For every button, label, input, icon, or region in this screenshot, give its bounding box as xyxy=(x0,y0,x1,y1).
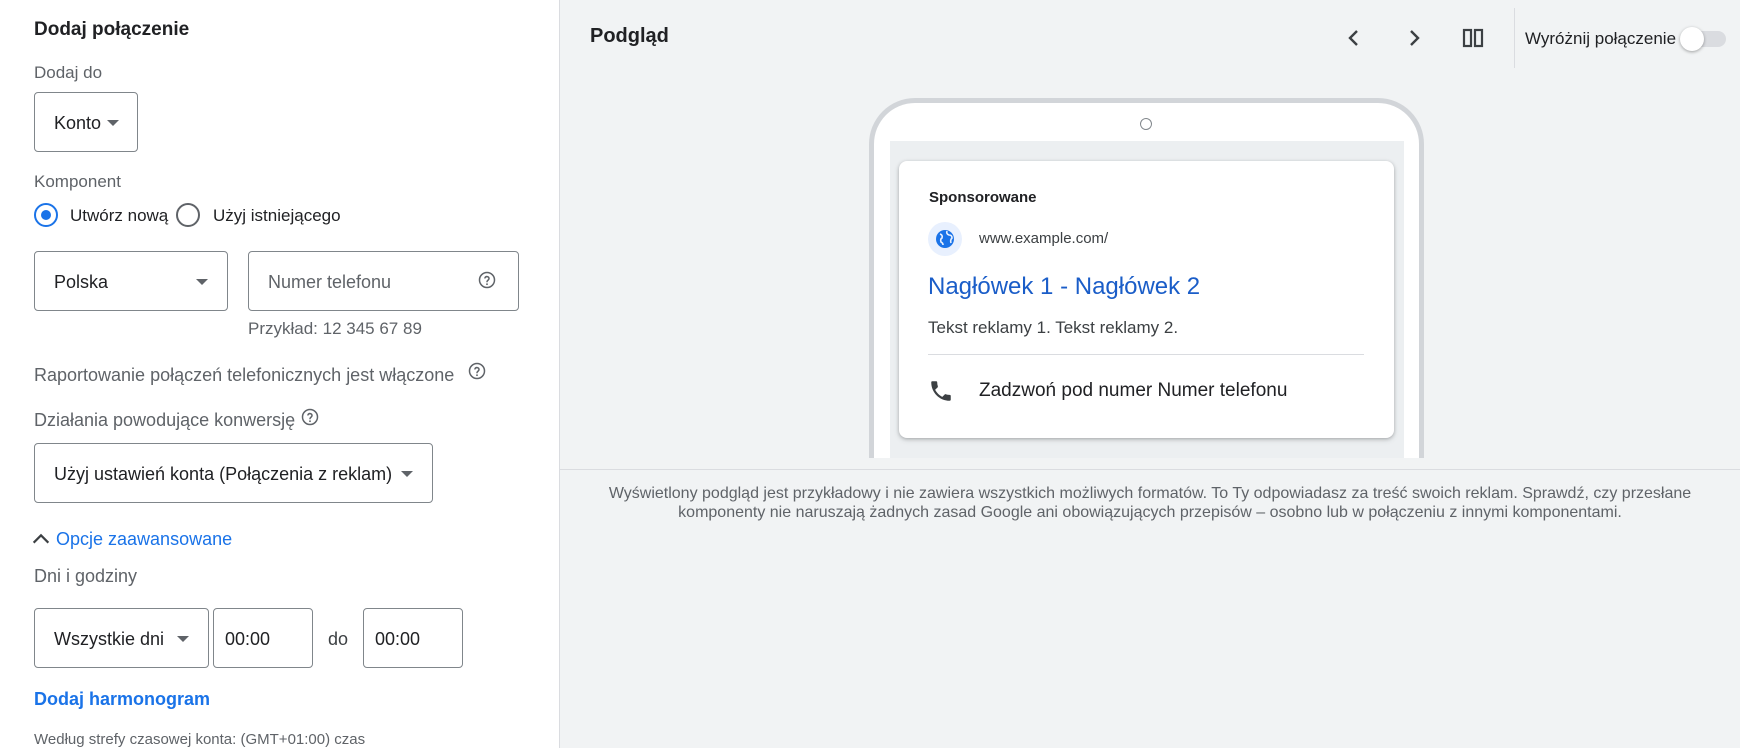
settings-panel: Dodaj połączenie Dodaj do Konto Komponen… xyxy=(0,0,560,748)
ad-divider xyxy=(928,354,1364,355)
radio-create-new-label: Utwórz nową xyxy=(70,206,169,225)
time-from-input[interactable]: 00:00 xyxy=(213,608,313,668)
chevron-left-icon[interactable] xyxy=(1342,26,1366,50)
preview-disclaimer: Wyświetlony podgląd jest przykładowy i n… xyxy=(560,484,1740,522)
time-from-value: 00:00 xyxy=(225,629,271,649)
dropdown-arrow-icon xyxy=(401,471,413,477)
days-dropdown[interactable]: Wszystkie dni xyxy=(34,608,209,668)
preview-panel: Podgląd Wyróżnij połączenie Sponsorowane xyxy=(560,0,1740,748)
preview-area: Podgląd Wyróżnij połączenie Sponsorowane xyxy=(560,0,1740,470)
country-dropdown[interactable]: Polska xyxy=(34,251,228,311)
days-value: Wszystkie dni xyxy=(54,629,165,649)
dropdown-arrow-icon xyxy=(107,120,119,126)
phone-camera xyxy=(1140,118,1152,130)
help-icon[interactable] xyxy=(301,408,319,426)
radio-use-existing-label: Użyj istniejącego xyxy=(213,206,341,225)
toggle-knob xyxy=(1680,27,1704,51)
help-icon[interactable] xyxy=(468,362,486,380)
conversion-value: Użyj ustawień konta (Połączenia z reklam… xyxy=(54,464,393,484)
conversion-dropdown[interactable]: Użyj ustawień konta (Połączenia z reklam… xyxy=(34,443,433,503)
ad-description: Tekst reklamy 1. Tekst reklamy 2. xyxy=(928,318,1179,337)
radio-create-new[interactable] xyxy=(34,203,58,227)
add-to-value: Konto xyxy=(54,113,102,133)
time-to-input[interactable]: 00:00 xyxy=(363,608,463,668)
add-to-dropdown[interactable]: Konto xyxy=(34,92,138,152)
phone-number-input[interactable]: Numer telefonu xyxy=(248,251,519,311)
help-icon[interactable] xyxy=(478,271,496,289)
call-reporting-text: Raportowanie połączeń telefonicznych jes… xyxy=(34,365,455,385)
sponsored-label: Sponsorowane xyxy=(929,189,1037,206)
dropdown-arrow-icon xyxy=(177,636,189,642)
timezone-text: Według strefy czasowej konta: (GMT+01:00… xyxy=(34,731,366,748)
ad-card: Sponsorowane www.example.com/ Nagłówek 1… xyxy=(899,161,1394,438)
radio-use-existing[interactable] xyxy=(176,203,200,227)
ad-call-text[interactable]: Zadzwoń pod numer Numer telefonu xyxy=(979,380,1287,402)
globe-icon xyxy=(928,222,962,256)
panel-title: Dodaj połączenie xyxy=(34,19,190,40)
toolbar-divider xyxy=(1514,8,1515,68)
preview-title: Podgląd xyxy=(590,25,669,47)
conversion-label: Działania powodujące konwersję xyxy=(34,410,296,430)
component-label: Komponent xyxy=(34,172,121,191)
advanced-options-link[interactable]: Opcje zaawansowane xyxy=(56,529,232,550)
country-value: Polska xyxy=(54,272,109,292)
highlight-call-label: Wyróżnij połączenie xyxy=(1525,29,1677,48)
phone-icon[interactable] xyxy=(928,378,954,404)
add-to-label: Dodaj do xyxy=(34,63,103,82)
columns-icon[interactable] xyxy=(1461,26,1485,50)
days-hours-label: Dni i godziny xyxy=(34,566,138,586)
phone-example: Przykład: 12 345 67 89 xyxy=(248,319,422,338)
dropdown-arrow-icon xyxy=(196,279,208,285)
chevron-right-icon[interactable] xyxy=(1402,26,1426,50)
ad-url: www.example.com/ xyxy=(979,230,1109,247)
chevron-up-icon[interactable] xyxy=(30,528,52,550)
disclaimer-line-1: Wyświetlony podgląd jest przykładowy i n… xyxy=(608,485,1692,502)
add-schedule-link[interactable]: Dodaj harmonogram xyxy=(34,689,210,710)
highlight-call-toggle[interactable] xyxy=(1678,25,1728,53)
disclaimer-line-2: komponenty nie naruszają żadnych zasad G… xyxy=(678,504,1622,521)
phone-number-placeholder: Numer telefonu xyxy=(268,272,392,292)
time-to-value: 00:00 xyxy=(375,629,421,649)
to-label: do xyxy=(328,629,349,649)
ad-headline[interactable]: Nagłówek 1 - Nagłówek 2 xyxy=(928,273,1200,301)
